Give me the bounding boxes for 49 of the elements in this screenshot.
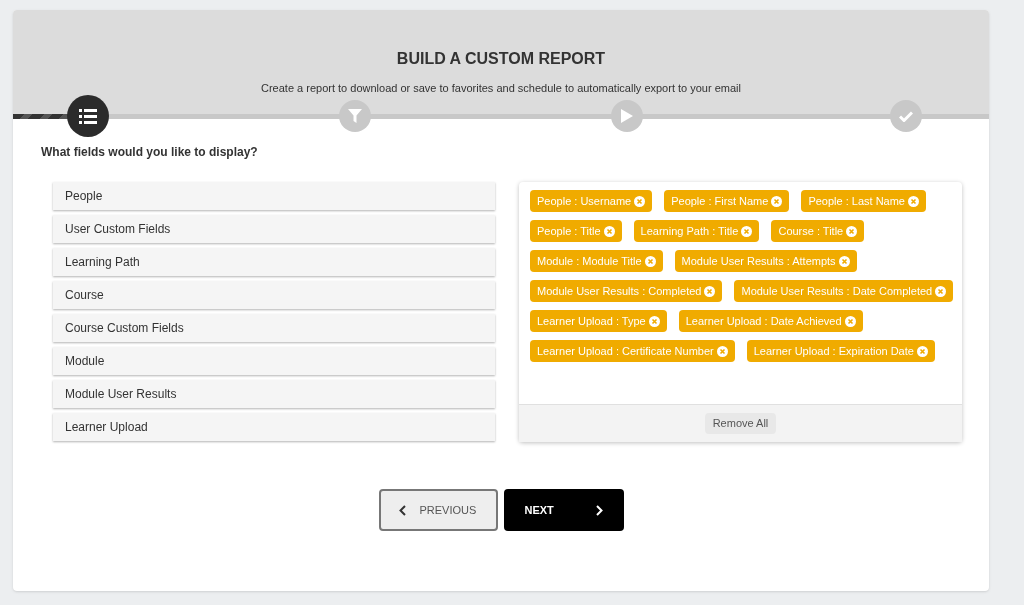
- question-label: What fields would you like to display?: [41, 144, 259, 161]
- tag-label: People : First Name: [671, 193, 769, 209]
- tag-label: People : Last Name: [808, 193, 905, 209]
- chevron-left-icon: [398, 504, 406, 516]
- tag-label: Learner Upload : Certificate Number: [537, 343, 714, 359]
- field-category[interactable]: Learning Path: [53, 248, 495, 276]
- remove-icon[interactable]: [908, 195, 919, 207]
- remove-icon[interactable]: [704, 285, 716, 297]
- filter-icon: [347, 109, 362, 123]
- tag-label: Learning Path : Title: [640, 223, 739, 239]
- tag-label: Learner Upload : Date Achieved: [685, 313, 842, 329]
- tag-label: Module : Module Title: [537, 253, 642, 269]
- remove-icon[interactable]: [644, 255, 656, 267]
- remove-icon[interactable]: [844, 315, 856, 327]
- list-icon: [79, 108, 98, 124]
- field-category[interactable]: Module: [53, 347, 495, 375]
- tag-label: Module User Results : Date Completed: [741, 283, 933, 299]
- remove-icon[interactable]: [771, 195, 783, 207]
- remove-icon[interactable]: [716, 345, 728, 357]
- page-title: BUILD A CUSTOM REPORT: [396, 49, 606, 69]
- remove-icon[interactable]: [741, 225, 753, 237]
- page-subtitle: Create a report to download or save to favorites and schedule to automatically export to your email: [261, 81, 741, 96]
- field-category[interactable]: Learner Upload: [53, 413, 495, 441]
- remove-icon[interactable]: [916, 345, 928, 357]
- step-indicator[interactable]: [67, 95, 110, 137]
- tag-label: Module User Results : Attempts: [681, 253, 836, 269]
- check-icon: [899, 110, 914, 122]
- field-category[interactable]: User Custom Fields: [53, 215, 495, 243]
- remove-icon[interactable]: [935, 285, 947, 297]
- remove-icon[interactable]: [634, 195, 646, 207]
- next-button[interactable]: NEXT: [503, 489, 624, 531]
- remove-icon[interactable]: [648, 315, 660, 327]
- tag-label: Learner Upload : Expiration Date: [753, 343, 914, 359]
- tag-label: Course : Title: [778, 223, 844, 239]
- tag-label: People : Username: [537, 193, 632, 209]
- tag-label: People : Title: [537, 223, 601, 239]
- field-category[interactable]: Course: [53, 281, 495, 309]
- field-category[interactable]: Course Custom Fields: [53, 314, 495, 342]
- remove-icon[interactable]: [846, 225, 858, 237]
- field-category[interactable]: Module User Results: [53, 380, 495, 408]
- remove-icon[interactable]: [838, 255, 850, 267]
- remove-icon[interactable]: [603, 225, 615, 237]
- tag-label: Module User Results : Completed: [537, 283, 702, 299]
- previous-button[interactable]: PREVIOUS: [378, 489, 498, 531]
- field-category[interactable]: People: [53, 182, 495, 210]
- tag-label: Learner Upload : Type: [537, 313, 646, 329]
- play-icon: [620, 109, 633, 123]
- remove-all-button[interactable]: Remove All: [704, 413, 777, 434]
- chevron-right-icon: [595, 504, 603, 516]
